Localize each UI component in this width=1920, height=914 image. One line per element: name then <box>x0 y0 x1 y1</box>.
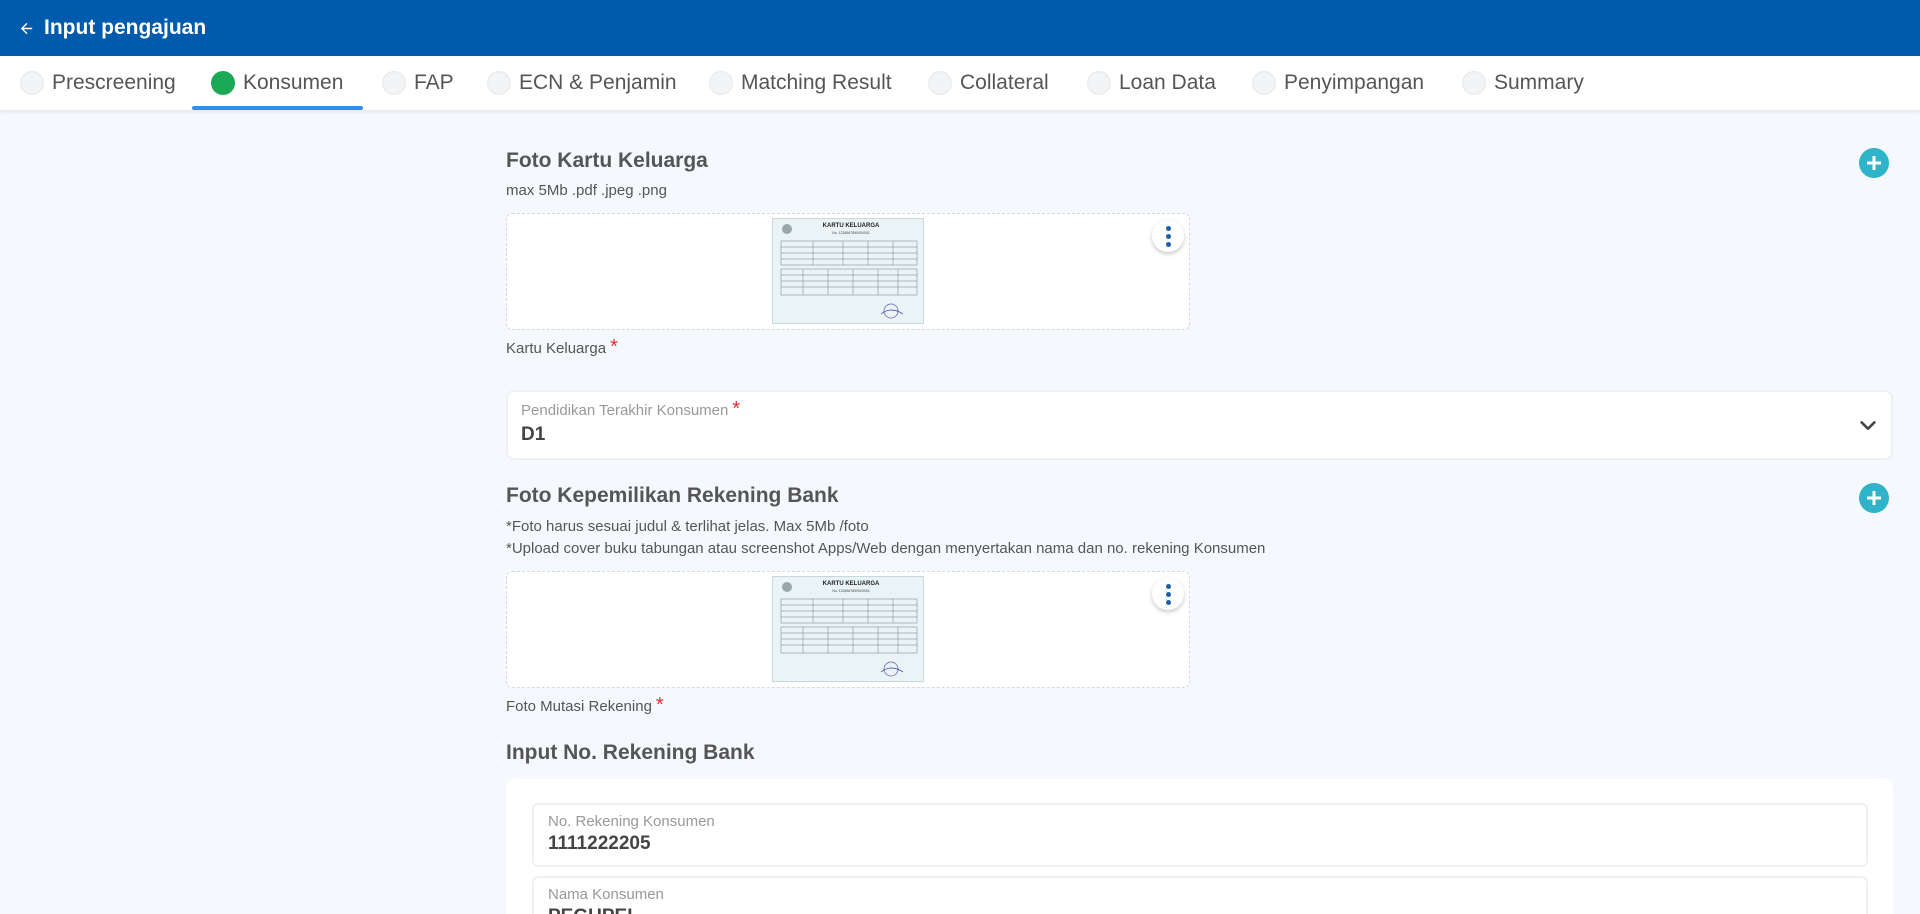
kk-section-title: Foto Kartu Keluarga <box>506 149 708 172</box>
add-rekening-photo-button[interactable] <box>1859 483 1889 513</box>
no-rekening-field[interactable]: No. Rekening Konsumen <box>532 803 1868 867</box>
tab-label: FAP <box>414 71 454 94</box>
step-status-icon <box>928 71 952 95</box>
tab-label: Konsumen <box>243 71 344 94</box>
nama-konsumen-label: Nama Konsumen <box>548 886 664 903</box>
required-mark: * <box>732 398 741 420</box>
required-mark: * <box>610 336 618 358</box>
pendidikan-dropdown[interactable]: Pendidikan Terakhir Konsumen * D1 <box>506 390 1893 460</box>
step-status-icon <box>20 71 44 95</box>
kk-caption: Kartu Keluarga * <box>506 336 618 359</box>
tab-konsumen[interactable]: Konsumen <box>211 56 343 110</box>
back-arrow-icon[interactable] <box>18 20 35 37</box>
rekening-upload-area[interactable]: KARTU KELUARGA No. 1234567890000001 <box>506 571 1190 688</box>
doc-number-text: No. 1234567890000001 <box>832 231 870 235</box>
tab-summary[interactable]: Summary <box>1462 56 1584 110</box>
no-rekening-label: No. Rekening Konsumen <box>548 813 715 830</box>
required-mark: * <box>655 694 664 716</box>
rekening-form-card: No. Rekening Konsumen Nama Konsumen <box>506 779 1893 914</box>
step-status-icon <box>1087 71 1111 95</box>
pendidikan-label-text: Pendidikan Terakhir Konsumen <box>521 402 729 419</box>
app-header: Input pengajuan <box>0 0 1920 56</box>
kk-caption-text: Kartu Keluarga <box>506 340 607 357</box>
doc-title-text: KARTU KELUARGA <box>823 581 880 587</box>
pendidikan-value: D1 <box>521 424 546 445</box>
chevron-down-icon <box>1860 421 1876 431</box>
rekening-hint-1: *Foto harus sesuai judul & terlihat jela… <box>506 518 869 535</box>
page-title: Input pengajuan <box>44 16 207 39</box>
pendidikan-label: Pendidikan Terakhir Konsumen * <box>521 398 740 421</box>
rekening-hint-2: *Upload cover buku tabungan atau screens… <box>506 540 1266 557</box>
plus-icon <box>1867 491 1881 505</box>
tab-label: Summary <box>1494 71 1584 94</box>
rekening-document-thumbnail[interactable]: KARTU KELUARGA No. 1234567890000001 <box>772 576 924 682</box>
doc-number-text: No. 1234567890000001 <box>832 589 870 593</box>
tab-fap[interactable]: FAP <box>382 56 454 110</box>
step-status-icon <box>1252 71 1276 95</box>
step-status-icon <box>709 71 733 95</box>
step-status-icon <box>211 71 235 95</box>
plus-icon <box>1867 156 1881 170</box>
tab-penyimpangan[interactable]: Penyimpangan <box>1252 56 1424 110</box>
kk-document-thumbnail[interactable]: KARTU KELUARGA No. 1234567890000001 <box>772 218 924 324</box>
step-tabs: Prescreening Konsumen FAP ECN & Penjamin… <box>0 56 1920 110</box>
tab-ecn-penjamin[interactable]: ECN & Penjamin <box>487 56 677 110</box>
step-status-icon <box>487 71 511 95</box>
tab-label: Prescreening <box>52 71 176 94</box>
tab-matching-result[interactable]: Matching Result <box>709 56 892 110</box>
tab-collateral[interactable]: Collateral <box>928 56 1049 110</box>
kk-file-hint: max 5Mb .pdf .jpeg .png <box>506 182 667 199</box>
tab-label: ECN & Penjamin <box>519 71 677 94</box>
tab-loan-data[interactable]: Loan Data <box>1087 56 1216 110</box>
active-tab-indicator <box>192 106 363 110</box>
rekening-section-title: Foto Kepemilikan Rekening Bank <box>506 484 839 507</box>
add-kk-photo-button[interactable] <box>1859 148 1889 178</box>
input-rekening-title: Input No. Rekening Bank <box>506 741 755 764</box>
tab-label: Matching Result <box>741 71 892 94</box>
tab-label: Loan Data <box>1119 71 1216 94</box>
tab-label: Collateral <box>960 71 1049 94</box>
tab-prescreening[interactable]: Prescreening <box>20 56 176 110</box>
rekening-caption: Foto Mutasi Rekening * <box>506 694 664 717</box>
nama-konsumen-input[interactable] <box>548 906 1848 914</box>
doc-title-text: KARTU KELUARGA <box>823 223 880 229</box>
kk-upload-area[interactable]: KARTU KELUARGA No. 1234567890000001 <box>506 213 1190 330</box>
nama-konsumen-field[interactable]: Nama Konsumen <box>532 876 1868 914</box>
no-rekening-input[interactable] <box>548 833 1848 855</box>
kk-more-options-button[interactable] <box>1152 220 1184 252</box>
step-status-icon <box>1462 71 1486 95</box>
rekening-caption-text: Foto Mutasi Rekening <box>506 698 652 715</box>
rekening-more-options-button[interactable] <box>1152 578 1184 610</box>
tab-label: Penyimpangan <box>1284 71 1425 94</box>
step-status-icon <box>382 71 406 95</box>
